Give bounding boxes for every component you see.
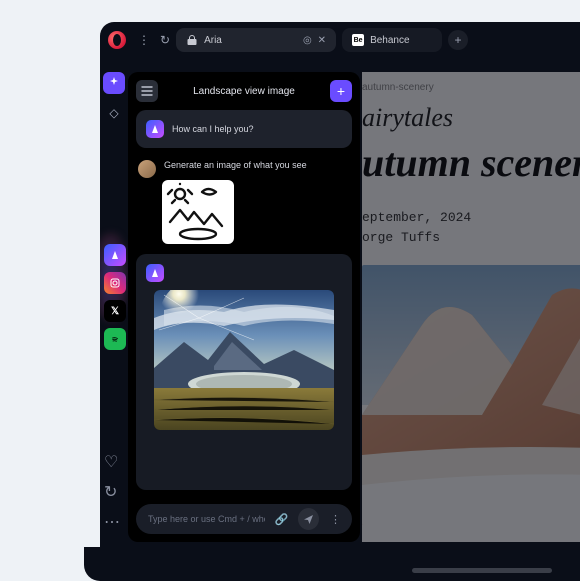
more-icon[interactable]: ⋯ — [104, 512, 120, 532]
tab-bar: ⋮ ↻ Aria ◎ ✕ Be Behance + — [100, 22, 580, 54]
panel-body: How can I help you? Generate an image of… — [128, 110, 360, 498]
panel-menu-button[interactable] — [136, 80, 158, 102]
tab-behance[interactable]: Be Behance — [342, 28, 442, 52]
spotify-app-icon[interactable] — [104, 328, 126, 350]
pin-icon[interactable]: ✕ — [318, 35, 326, 46]
new-tab-button[interactable]: + — [448, 30, 468, 50]
attach-link-icon[interactable]: 🔗 — [271, 508, 292, 530]
generated-image[interactable] — [154, 290, 334, 430]
user-avatar-icon — [138, 160, 156, 178]
home-indicator — [412, 568, 552, 573]
device-bezel — [84, 547, 580, 581]
favorite-icon[interactable]: ♡ — [104, 452, 120, 472]
panel-header: Landscape view image + — [128, 72, 360, 110]
tab-aria[interactable]: Aria ◎ ✕ — [176, 28, 336, 52]
aria-app-icon[interactable] — [104, 244, 126, 266]
more-icon[interactable]: ⋮ — [138, 33, 150, 47]
page-content: autumn-scenery airytales utumn scenery e… — [362, 72, 580, 542]
user-sketch-attachment[interactable] — [162, 180, 234, 244]
tab-label: Behance — [370, 35, 409, 46]
rail-bottom: ♡ ↻ ⋯ — [104, 452, 120, 532]
assistant-text: How can I help you? — [172, 124, 254, 134]
aria-avatar-icon — [146, 264, 164, 282]
assistant-response-card — [136, 254, 352, 490]
user-message: Generate an image of what you see — [136, 158, 352, 180]
panel-title: Landscape view image — [166, 86, 322, 97]
rail-apps: 𝕏 — [104, 244, 126, 350]
send-button[interactable] — [298, 508, 319, 530]
browser-window: ⋮ ↻ Aria ◎ ✕ Be Behance + ◇ — [100, 22, 580, 562]
new-chat-button[interactable]: + — [330, 80, 352, 102]
primary-rail: ◇ — [100, 72, 128, 124]
behance-favicon-icon: Be — [352, 34, 364, 46]
chat-input[interactable] — [148, 514, 265, 524]
panel-footer: 🔗 ⋮ — [128, 498, 360, 542]
aria-avatar-icon — [146, 120, 164, 138]
assistant-greeting: How can I help you? — [136, 110, 352, 148]
history-icon[interactable]: ↻ — [104, 482, 120, 502]
tab-action-icon[interactable]: ◎ — [303, 35, 312, 46]
input-more-icon[interactable]: ⋮ — [325, 508, 346, 530]
rail-diamond-icon[interactable]: ◇ — [103, 102, 125, 124]
tab-label: Aria — [204, 35, 222, 46]
user-text: Generate an image of what you see — [164, 160, 307, 178]
x-app-icon[interactable]: 𝕏 — [104, 300, 126, 322]
opera-logo-icon[interactable] — [108, 31, 126, 49]
browser-controls: ⋮ ↻ — [138, 33, 170, 47]
dim-overlay — [362, 72, 580, 542]
chat-input-bar: 🔗 ⋮ — [136, 504, 352, 534]
lock-icon — [186, 34, 198, 46]
reload-icon[interactable]: ↻ — [160, 33, 170, 47]
instagram-app-icon[interactable] — [104, 272, 126, 294]
ai-sidebar-button[interactable] — [103, 72, 125, 94]
aria-panel: Landscape view image + How can I help yo… — [128, 72, 360, 542]
